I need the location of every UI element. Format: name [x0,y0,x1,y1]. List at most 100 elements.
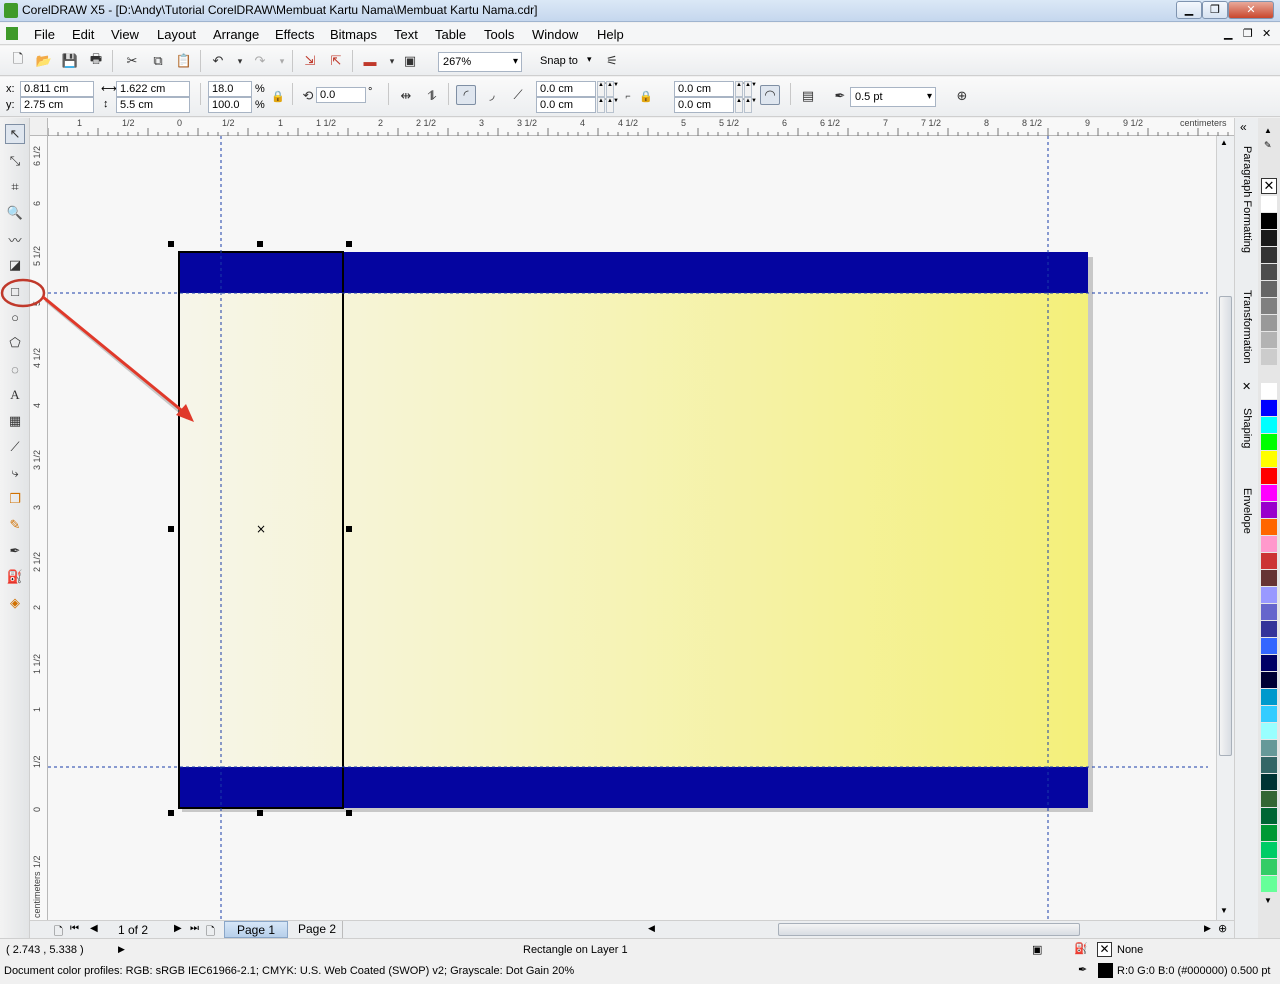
x-position-field[interactable]: 0.811 cm [20,81,94,97]
document-color-profiles[interactable]: Document color profiles: RGB: sRGB IEC61… [4,965,574,977]
cut-icon[interactable]: ✂ [122,51,142,71]
color-proofing-icon[interactable]: ▣ [1032,943,1042,956]
first-page-icon[interactable]: ⏮ [70,923,79,934]
selection-handle-mr[interactable] [346,526,352,532]
redo-icon[interactable]: ↷ [250,51,270,71]
docker-tab-paragraph-formatting[interactable]: Paragraph Formatting [1237,146,1257,276]
vertical-scroll-thumb[interactable] [1219,296,1232,756]
no-color-swatch-icon[interactable]: ✕ [1261,178,1277,194]
palette-scroll-down-icon[interactable]: ▼ [1264,896,1272,905]
zoom-tool-icon[interactable]: 🔍 [5,203,25,223]
menu-window[interactable]: Window [532,27,578,42]
color-swatch[interactable] [1261,774,1277,791]
crop-tool-icon[interactable]: ⌗ [5,177,25,197]
fill-tool-icon[interactable]: ⛽ [5,567,25,587]
color-swatch[interactable] [1261,757,1277,774]
corner-top-left-field[interactable]: 0.0 cm [536,81,596,97]
palette-scroll-up-icon[interactable]: ▲ [1264,126,1272,135]
color-swatch[interactable] [1261,213,1277,230]
save-icon[interactable]: 💾 [60,51,80,71]
round-corner-icon[interactable]: ◜ [456,85,476,105]
menu-tools[interactable]: Tools [484,27,514,42]
drawing-canvas[interactable]: × [48,136,1216,920]
interactive-fill-tool-icon[interactable]: ◈ [5,593,25,613]
color-swatch[interactable] [1261,264,1277,281]
page-tab-1[interactable]: Page 1 [224,921,289,938]
business-card-background[interactable] [178,252,1088,808]
copy-icon[interactable]: ⧉ [148,51,168,71]
menu-table[interactable]: Table [435,27,466,42]
height-field[interactable]: 5.5 cm [116,97,190,113]
y-position-field[interactable]: 2.75 cm [20,97,94,113]
prev-page-icon[interactable]: ◀ [90,923,98,934]
corner-br-spinner-2[interactable]: ▲▼ [744,97,757,113]
eyedropper-tool-icon[interactable]: ✎ [5,515,25,535]
color-swatch[interactable] [1261,876,1277,893]
fill-none-swatch-icon[interactable]: ✕ [1097,942,1112,957]
application-launcher-icon[interactable]: ▬ [360,51,380,71]
ruler-origin[interactable] [30,118,48,136]
undo-icon[interactable]: ↶ [208,51,228,71]
menu-view[interactable]: View [111,27,139,42]
selection-handle-bl[interactable] [168,810,174,816]
doc-minimize-icon[interactable]: ▁ [1224,27,1232,40]
selection-handle-bc[interactable] [257,810,263,816]
color-swatch[interactable] [1261,281,1277,298]
menu-effects[interactable]: Effects [275,27,315,42]
lock-corners-icon[interactable]: 🔒 [636,86,656,106]
zoom-level-dropdown[interactable]: 267% [438,52,522,72]
dimension-tool-icon[interactable]: ⟋ [5,437,25,457]
selection-handle-tr[interactable] [346,241,352,247]
import-icon[interactable]: ⇲ [300,51,320,71]
color-swatch[interactable] [1261,570,1277,587]
width-field[interactable]: 1.622 cm [116,81,190,97]
mirror-horizontal-icon[interactable]: ⇹ [396,86,416,106]
pick-tool-icon[interactable]: ↖ [5,124,25,144]
menu-arrange[interactable]: Arrange [213,27,259,42]
h-scroll-left-icon[interactable]: ◀ [648,923,655,934]
color-swatch[interactable] [1261,349,1277,366]
corner-br-spinner[interactable]: ▲▼ [735,97,748,113]
palette-options-icon[interactable]: ✎ [1264,140,1272,151]
rotation-center-marker[interactable]: × [256,522,266,536]
color-swatch[interactable] [1261,332,1277,349]
redo-dropdown-icon[interactable]: ▾ [272,51,292,71]
color-swatch[interactable] [1261,383,1277,400]
color-swatch[interactable] [1261,689,1277,706]
color-swatch[interactable] [1261,315,1277,332]
color-swatch[interactable] [1261,417,1277,434]
color-swatch[interactable] [1261,706,1277,723]
page-tab-2[interactable]: Page 2 [292,921,344,938]
launcher-dropdown-icon[interactable]: ▾ [382,51,402,71]
color-swatch[interactable] [1261,587,1277,604]
top-blue-band[interactable] [178,252,1088,293]
h-scroll-right-icon[interactable]: ▶ [1204,923,1211,934]
color-swatch[interactable] [1261,451,1277,468]
snap-to-chevron-icon[interactable]: ▾ [587,54,592,65]
corner-tr-spinner[interactable]: ▲▼ [735,81,748,97]
outline-tool-icon[interactable]: ✒ [5,541,25,561]
relative-corner-scaling-icon[interactable]: ◠ [760,85,780,105]
color-swatch[interactable] [1261,604,1277,621]
blend-tool-icon[interactable]: ❐ [5,489,25,509]
color-swatch[interactable] [1261,502,1277,519]
doc-close-icon[interactable]: ✕ [1262,27,1271,40]
color-swatch[interactable] [1261,672,1277,689]
lock-ratio-icon[interactable]: 🔒 [268,86,288,106]
color-swatch[interactable] [1261,400,1277,417]
corner-tr-spinner-2[interactable]: ▲▼ [744,81,757,97]
corner-tl-spinner-2[interactable]: ▲▼ [606,81,619,97]
horizontal-ruler[interactable]: 1 1/2 0 1/2 1 1 1/2 2 2 1/2 3 3 1/2 4 4 … [48,118,1234,136]
horizontal-scroll-thumb[interactable] [778,923,1080,936]
color-swatch[interactable] [1261,791,1277,808]
print-icon[interactable]: 🖶 [86,51,106,71]
color-swatch[interactable] [1261,468,1277,485]
color-swatch[interactable] [1261,366,1277,383]
color-swatch[interactable] [1261,485,1277,502]
snap-to-dropdown[interactable]: Snap to [540,55,578,67]
outline-width-dropdown[interactable]: 0.5 pt [850,87,936,107]
wrap-text-icon[interactable]: ▤ [798,86,818,106]
selection-handle-tc[interactable] [257,241,263,247]
close-docker-icon[interactable]: ✕ [1242,380,1251,393]
color-swatch[interactable] [1261,638,1277,655]
